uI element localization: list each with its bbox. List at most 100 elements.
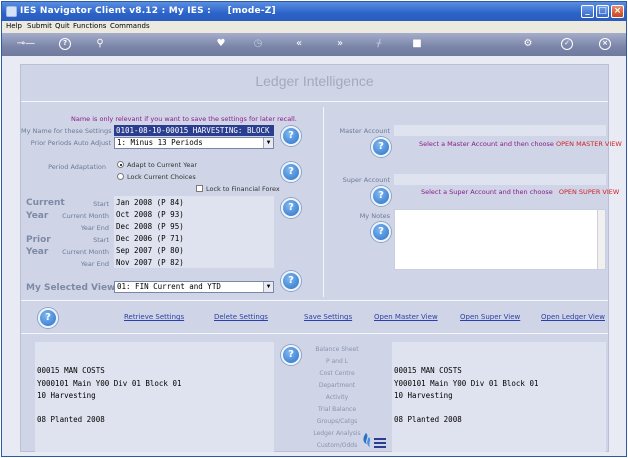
ledger-panel: Ledger Intelligence Name is only relevan…: [20, 64, 622, 452]
stop-icon[interactable]: ■: [411, 38, 423, 50]
master-note-text: Select a Master Account and then choose: [419, 140, 554, 148]
current-start-label: Start: [93, 200, 109, 208]
toolbar: ⊸— ? ⚲ ♥ ◷ « » ᚋ ■ ⚙ ✓ ×: [2, 33, 626, 56]
auto-adjust-select[interactable]: 1: Minus 13 Periods ▼: [114, 137, 274, 149]
chevron-down-icon[interactable]: ▼: [263, 138, 273, 148]
row-label-activity: Activity: [325, 394, 349, 401]
help-name-icon[interactable]: ?: [281, 126, 301, 146]
menu-quit[interactable]: Quit: [55, 22, 70, 30]
maximize-icon[interactable]: □: [596, 5, 609, 18]
master-note-action: OPEN MASTER VIEW: [556, 140, 622, 148]
divider: [323, 107, 324, 297]
help-super-icon[interactable]: ?: [371, 186, 391, 206]
window-mode: [mode-Z]: [227, 6, 276, 16]
master-account-field[interactable]: [394, 125, 606, 136]
menu-help[interactable]: Help: [6, 22, 22, 30]
view-select[interactable]: 01: FIN Current and YTD ▼: [114, 281, 274, 293]
page-title: Ledger Intelligence: [255, 73, 374, 89]
row-label-groups-catgs: Groups/Catgs: [316, 418, 358, 425]
master-details-panel: 00015 MAN COSTS Y000101 Main Y00 Div 01 …: [35, 342, 274, 452]
menu-functions[interactable]: Functions: [73, 22, 106, 30]
master-account-label: Master Account: [339, 127, 390, 135]
close-icon[interactable]: ×: [611, 5, 624, 18]
retrieve-settings-link[interactable]: Retrieve Settings: [124, 313, 184, 321]
save-settings-link[interactable]: Save Settings: [304, 313, 352, 321]
notes-textarea[interactable]: [394, 209, 606, 270]
divider: [21, 300, 608, 301]
super-account-label: Super Account: [342, 176, 390, 184]
minimize-icon[interactable]: _: [581, 5, 594, 18]
application-window: IES Navigator Client v8.12 : My IES : [m…: [1, 1, 627, 457]
settings-name-field[interactable]: 0101-08-10-00015 HARVESTING: BLOCK 12: [114, 125, 274, 136]
super-detail-line: 00015 MAN COSTS: [394, 366, 462, 375]
help-notes-icon[interactable]: ?: [371, 222, 391, 242]
row-label-balance-sheet: Balance Sheet: [315, 346, 359, 353]
row-label-trial-balance: Trial Balance: [317, 406, 357, 413]
lock-option-label: Lock Current Choices: [127, 173, 196, 181]
prior-start-value: Dec 2006 (P 71): [116, 234, 184, 243]
divider: [21, 333, 608, 334]
open-ledger-view-link[interactable]: Open Ledger View: [541, 313, 605, 321]
ies-logo-icon: [361, 431, 387, 449]
master-detail-line: 08 Planted 2008: [37, 415, 105, 424]
super-detail-line: 08 Planted 2008: [394, 415, 462, 424]
window-title: IES Navigator Client v8.12 : My IES :: [20, 6, 211, 16]
forex-checkbox[interactable]: [196, 185, 203, 192]
heart-icon[interactable]: ♥: [215, 38, 227, 50]
view-value: 01: FIN Current and YTD: [117, 282, 221, 291]
divider: [21, 101, 608, 102]
current-month-value: Oct 2008 (P 93): [116, 210, 184, 219]
help-icon[interactable]: ?: [59, 38, 71, 50]
chevron-down-icon[interactable]: ▼: [263, 282, 273, 292]
app-icon: [6, 6, 17, 17]
cancel-icon[interactable]: ×: [599, 38, 611, 50]
row-label-cost-centre: Cost Centre: [319, 370, 355, 377]
help-master-icon[interactable]: ?: [371, 137, 391, 157]
master-detail-line: 00015 MAN COSTS: [37, 366, 105, 375]
rewind-icon[interactable]: «: [292, 38, 306, 50]
help-actions-icon[interactable]: ?: [38, 308, 58, 328]
settings-icon[interactable]: ⚙: [522, 38, 534, 50]
super-note-action: OPEN SUPER VIEW: [558, 188, 620, 196]
row-label-p-and-l: P and L: [325, 358, 349, 365]
menu-submit[interactable]: Submit: [27, 22, 52, 30]
ok-icon[interactable]: ✓: [561, 38, 573, 50]
prior-year-end-label: Year End: [80, 260, 109, 268]
chart-icon[interactable]: ᚋ: [373, 38, 385, 50]
current-year-end-label: Year End: [80, 224, 109, 232]
super-account-field[interactable]: [394, 174, 606, 185]
notes-scrollbar[interactable]: [597, 210, 605, 269]
master-note: Select a Master Account and then choose …: [419, 140, 622, 148]
row-label-department: Department: [318, 382, 356, 389]
menu-bar: Help Submit Quit Functions Commands: [2, 21, 626, 33]
forward-icon[interactable]: »: [333, 38, 347, 50]
lock-radio[interactable]: [117, 173, 124, 180]
help-period-icon[interactable]: ?: [281, 162, 301, 182]
prior-month-value: Sep 2007 (P 80): [116, 246, 184, 255]
clock-icon[interactable]: ◷: [252, 38, 264, 50]
super-note-text: Select a Super Account and then choose: [421, 188, 553, 196]
title-bar: IES Navigator Client v8.12 : My IES : [m…: [2, 2, 626, 21]
help-details-icon[interactable]: ?: [281, 345, 301, 365]
menu-commands[interactable]: Commands: [110, 22, 150, 30]
super-detail-line: Y000101 Main Y00 Div 01 Block 01: [394, 379, 539, 388]
super-details-panel: 00015 MAN COSTS Y000101 Main Y00 Div 01 …: [392, 342, 606, 452]
open-master-view-link[interactable]: Open Master View: [374, 313, 438, 321]
notes-label: My Notes: [359, 212, 390, 220]
master-detail-line: 10 Harvesting: [37, 391, 96, 400]
current-month-label: Current Month: [62, 212, 109, 220]
view-label: My Selected View: [26, 283, 116, 293]
auto-adjust-value: 1: Minus 13 Periods: [117, 138, 203, 147]
prior-start-label: Start: [93, 236, 109, 244]
open-super-view-link[interactable]: Open Super View: [460, 313, 520, 321]
prior-year-end-value: Nov 2007 (P 82): [116, 258, 184, 267]
help-periods-icon[interactable]: ?: [281, 198, 301, 218]
current-year-end-value: Dec 2008 (P 95): [116, 222, 184, 231]
key-icon[interactable]: ⊸—: [14, 38, 38, 50]
adapt-radio[interactable]: [117, 161, 124, 168]
forex-label: Lock to Financial Forex: [206, 185, 280, 193]
delete-settings-link[interactable]: Delete Settings: [214, 313, 268, 321]
search-icon[interactable]: ⚲: [94, 38, 106, 50]
period-adaptation-label: Period Adaptation: [48, 163, 106, 171]
help-view-icon[interactable]: ?: [281, 271, 301, 291]
